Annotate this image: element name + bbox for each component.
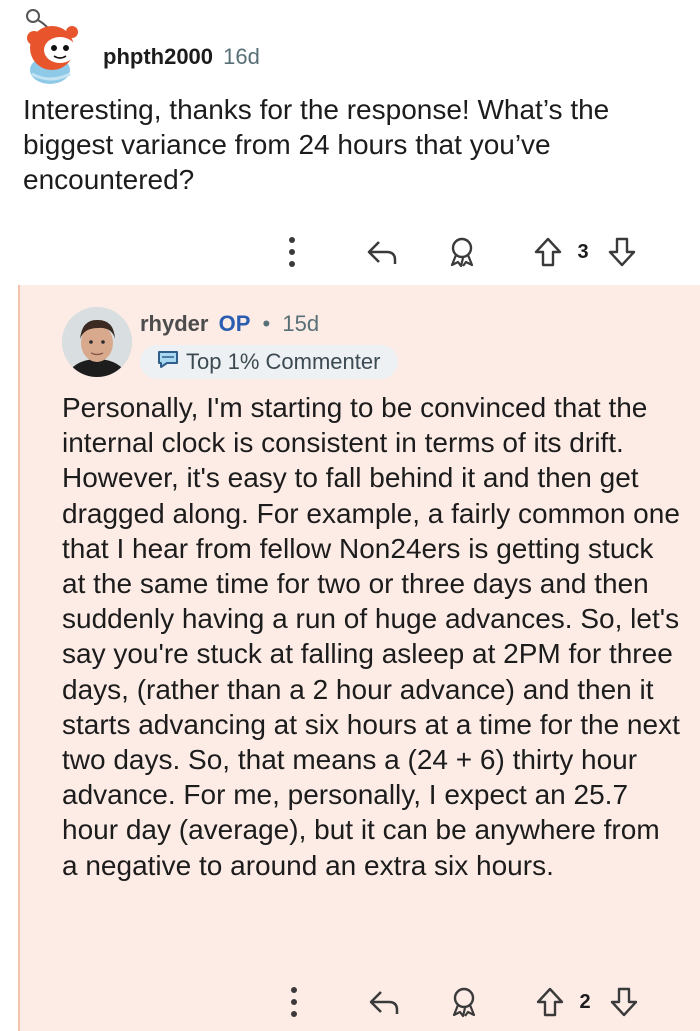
author-name[interactable]: phpth2000 (103, 44, 213, 69)
reply-icon[interactable] (364, 982, 404, 1022)
user-photo-avatar[interactable] (62, 307, 132, 377)
op-tag: OP (218, 311, 251, 336)
upvote-icon[interactable] (532, 982, 568, 1022)
comment-age: 16d (223, 44, 260, 69)
author-name[interactable]: rhyder (140, 311, 208, 336)
separator-dot: • (262, 311, 271, 336)
reply-icon[interactable] (362, 232, 402, 272)
vote-count: 3 (577, 240, 589, 263)
snoo-avatar-icon[interactable] (20, 8, 90, 86)
chat-bubble-icon (156, 349, 180, 375)
reply-action-bar: 2 (2, 982, 700, 1022)
parent-author-line: phpth2000 16d (103, 44, 260, 70)
comment-age: 15d (282, 311, 320, 336)
reply-comment: rhyder OP • 15d Top 1% Commenter Persona… (18, 285, 700, 1031)
reply-author-line: rhyder OP • 15d (140, 311, 319, 337)
badge-label: Top 1% Commenter (186, 349, 381, 374)
downvote-icon[interactable] (604, 232, 640, 272)
more-options-icon[interactable] (280, 232, 304, 272)
award-icon[interactable] (442, 232, 482, 272)
award-icon[interactable] (444, 982, 484, 1022)
vote-count: 2 (579, 990, 591, 1013)
more-options-icon[interactable] (282, 982, 306, 1022)
downvote-icon[interactable] (606, 982, 642, 1022)
parent-action-bar: 3 (0, 232, 700, 272)
parent-comment: phpth2000 16d Interesting, thanks for th… (0, 0, 700, 285)
upvote-icon[interactable] (530, 232, 566, 272)
top-commenter-badge[interactable]: Top 1% Commenter (140, 345, 399, 379)
comment-body: Interesting, thanks for the response! Wh… (23, 94, 610, 195)
comment-body: Personally, I'm starting to be convinced… (62, 392, 680, 881)
